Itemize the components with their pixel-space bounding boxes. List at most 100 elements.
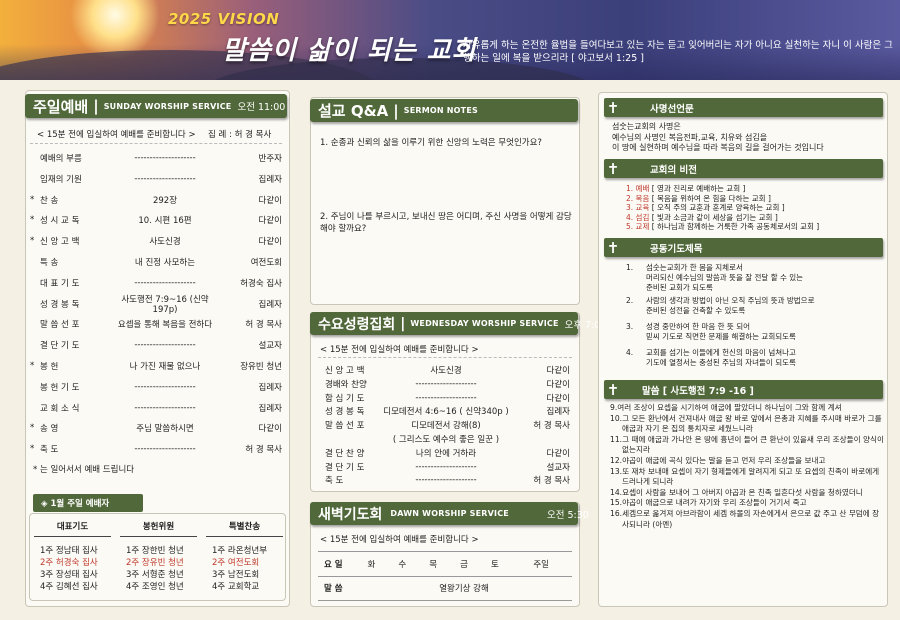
sunday-leader: 집 례 : 허 경 목사 (208, 130, 272, 140)
order-person: 다같이 (546, 366, 570, 376)
day-cell: 토 (479, 551, 511, 577)
theme-verse: 자유롭게 하는 온전한 율법을 들여다보고 있는 자는 듣고 잊어버리는 자가 … (463, 40, 893, 64)
order-person: 반주자 (258, 154, 282, 164)
order-person: 허 경 목사 (533, 421, 570, 432)
dawn-title: 새벽기도회 (318, 506, 383, 523)
worship-order-row: * 봉 헌 나 가진 재물 없으나 장유빈 청년 (30, 356, 282, 376)
order-content: -------------------- (134, 340, 196, 351)
order-content: 주님 말씀하시면 (136, 424, 194, 435)
order-content: -------------------- (134, 277, 196, 288)
worship-order-row: * 성 시 교 독 10. 시편 16편 다같이 (30, 210, 282, 230)
order-label: 봉 헌 (40, 362, 59, 372)
mission-line: 섬숫는교회의 사명은 (612, 122, 681, 131)
title-divider: | (400, 315, 406, 332)
duty-item: 3주 남전도회 (212, 570, 260, 580)
cross-icon: ✝ (606, 159, 620, 178)
order-person: 설교자 (258, 341, 282, 352)
dawn-title-en: DAWN WORSHIP SERVICE (390, 509, 509, 518)
prayer-line: 믿씨 기도로 직면한 문제를 해결하는 교회되도록 (646, 332, 796, 341)
sermon-notes-box (310, 97, 580, 305)
standing-mark: * (30, 215, 35, 226)
order-person: 설교자 (546, 462, 570, 473)
order-person: 장유빈 청년 (240, 362, 282, 372)
dawn-note: < 15분 전에 입실하여 예배를 준비합니다 > (320, 535, 479, 545)
standing-mark: * (30, 236, 35, 247)
prayer-title: 공동기도제목 (650, 243, 703, 255)
wednesday-order-row: 신 앙 고 백 사도신경 다같이 (325, 363, 570, 377)
order-person: 다같이 (546, 448, 570, 459)
cross-icon: ✝ (606, 238, 620, 257)
divider (206, 536, 283, 537)
order-label: 경배와 찬양 (325, 379, 367, 390)
duty-item: 4주 교회학교 (212, 582, 260, 592)
order-content: 디모데전서 4:6~16 ( 신약340p ) (383, 407, 509, 418)
order-label: 축 도 (40, 445, 59, 456)
sunday-footnote: * 는 일어서서 예배 드립니다 (33, 465, 135, 475)
order-label: 함 심 기 도 (325, 393, 365, 404)
order-label: 성 경 봉 독 (325, 407, 365, 418)
duty-column: 봉헌위원 1주 장한빈 청년 2주 장유빈 청년 3주 서형준 청년 4주 조영인 청년 (116, 514, 201, 602)
day-cell: 수 (386, 551, 418, 577)
order-person: 집례자 (546, 407, 570, 418)
order-content: -------------------- (134, 173, 196, 184)
prayer-line: 준비된 교회가 되도록 (646, 283, 713, 292)
order-content: 디모데전서 강해(8) (411, 421, 481, 432)
order-person: 집례자 (258, 174, 282, 185)
order-label: 결 단 기 도 (40, 341, 80, 352)
order-label: 교 회 소 식 (40, 403, 80, 414)
prayer-item: 3. 성경 중만하여 한 마음 한 뜻 되어 믿씨 기도로 직면한 문제를 해결하는… (626, 322, 881, 342)
worship-order-row: 결 단 기 도 -------------------- 설교자 (30, 335, 282, 355)
standing-mark: * (30, 444, 35, 455)
word-label: 말 씀 (318, 575, 356, 601)
day-cell: 화 (356, 551, 387, 577)
duty-header: ◈ 1월 주일 예배자 (33, 494, 143, 512)
mission-header: ✝ 사명선언문 (604, 98, 883, 117)
prayer-number: 2. (626, 296, 634, 305)
worship-order-row: 특 송 내 진정 사모하는 여전도회 (30, 252, 282, 272)
dawn-header: 새벽기도회 DAWN WORSHIP SERVICE 오전 5:30 (310, 502, 589, 525)
standing-mark: * (30, 361, 35, 371)
prayer-text: 성경 중만하여 한 마음 한 뜻 되어 믿씨 기도로 직면한 문제를 해결하는 교… (646, 322, 881, 342)
order-content: -------------------- (415, 392, 477, 403)
order-person: 다같이 (258, 237, 282, 248)
wednesday-note: < 15분 전에 입실하여 예배를 준비합니다 > (320, 345, 479, 355)
order-content: ( 그리스도 예수의 좋은 일꾼 ) (392, 435, 500, 445)
worship-order-row: * 축 도 -------------------- 허 경 목사 (30, 439, 282, 459)
sermon-question-2: 2. 주님이 나를 부르시고, 보내신 땅은 어디며, 주신 사명을 어떻게 감… (320, 212, 572, 234)
order-content: 요셉을 통해 복음을 전하다 (117, 320, 213, 331)
worship-order-row: 봉 헌 기 도 -------------------- 집례자 (30, 377, 282, 397)
prayer-text: 섬숫는교회가 한 몸을 지체로서 머리되신 예수님의 말씀과 뜻을 잘 전달 할 … (646, 263, 881, 293)
vision-slogan: 말씀이 삶이 되는 교회 (222, 36, 477, 66)
worship-order-row: 교 회 소 식 -------------------- 집례자 (30, 398, 282, 418)
worship-order-row: 대 표 기 도 -------------------- 허경숙 집사 (30, 273, 282, 293)
sunday-title-en: SUNDAY WORSHIP SERVICE (103, 101, 232, 111)
worship-order-row: * 찬 송 292장 다같이 (30, 190, 282, 210)
order-person: 다같이 (546, 393, 570, 404)
order-content: -------------------- (134, 153, 196, 163)
order-person: 다같이 (258, 216, 282, 227)
prayer-item: 2. 사람의 생각과 방법이 아닌 오직 주님의 뜻과 방법으로 준비된 성전을 건… (626, 296, 881, 316)
order-person: 집례자 (258, 382, 282, 393)
order-content: -------------------- (415, 461, 477, 472)
order-label: 찬 송 (40, 195, 59, 206)
dawn-time: 오전 5:30 (546, 509, 589, 521)
order-content: -------------------- (415, 378, 477, 389)
prayer-line: 기도에 열정서는 충성된 주님의 자녀들이 되도록 (646, 358, 796, 367)
wednesday-order-row: 결 단 기 도 -------------------- 설교자 (325, 460, 570, 474)
order-label: 봉 헌 기 도 (40, 382, 80, 393)
sermon-header: 설교 Q&A | SERMON NOTES (310, 99, 578, 122)
prayer-line: 교회를 섬기는 이들에게 헌신의 마음이 넘쳐나고 (646, 348, 796, 357)
worship-order-row: 말 씀 선 포 요셉을 통해 복음을 전하다 허 경 목사 (30, 314, 282, 334)
order-label: 성 시 교 독 (40, 216, 80, 227)
prayer-item: 4. 교회를 섬기는 이들에게 헌신의 마음이 넘쳐나고 기도에 열정서는 충성된 … (626, 348, 881, 368)
order-person: 허경숙 집사 (240, 278, 282, 289)
order-person: 다같이 (258, 195, 282, 206)
prayer-text: 교회를 섬기는 이들에게 헌신의 마음이 넘쳐나고 기도에 열정서는 충성된 주님… (646, 348, 881, 368)
duty-item: 2주 허경숙 집사 (40, 558, 98, 568)
order-label: 결 단 찬 양 (325, 448, 365, 459)
duty-item: 4주 조영인 청년 (126, 582, 184, 592)
mission-line: 예수님의 사명인 복음전파,교육, 치유와 섬김을 (612, 132, 768, 142)
wednesday-order-row: ( 그리스도 예수의 좋은 일꾼 ) (325, 432, 570, 446)
prayer-number: 4. (626, 348, 634, 357)
vision-title: 2025 VISION (168, 10, 280, 28)
